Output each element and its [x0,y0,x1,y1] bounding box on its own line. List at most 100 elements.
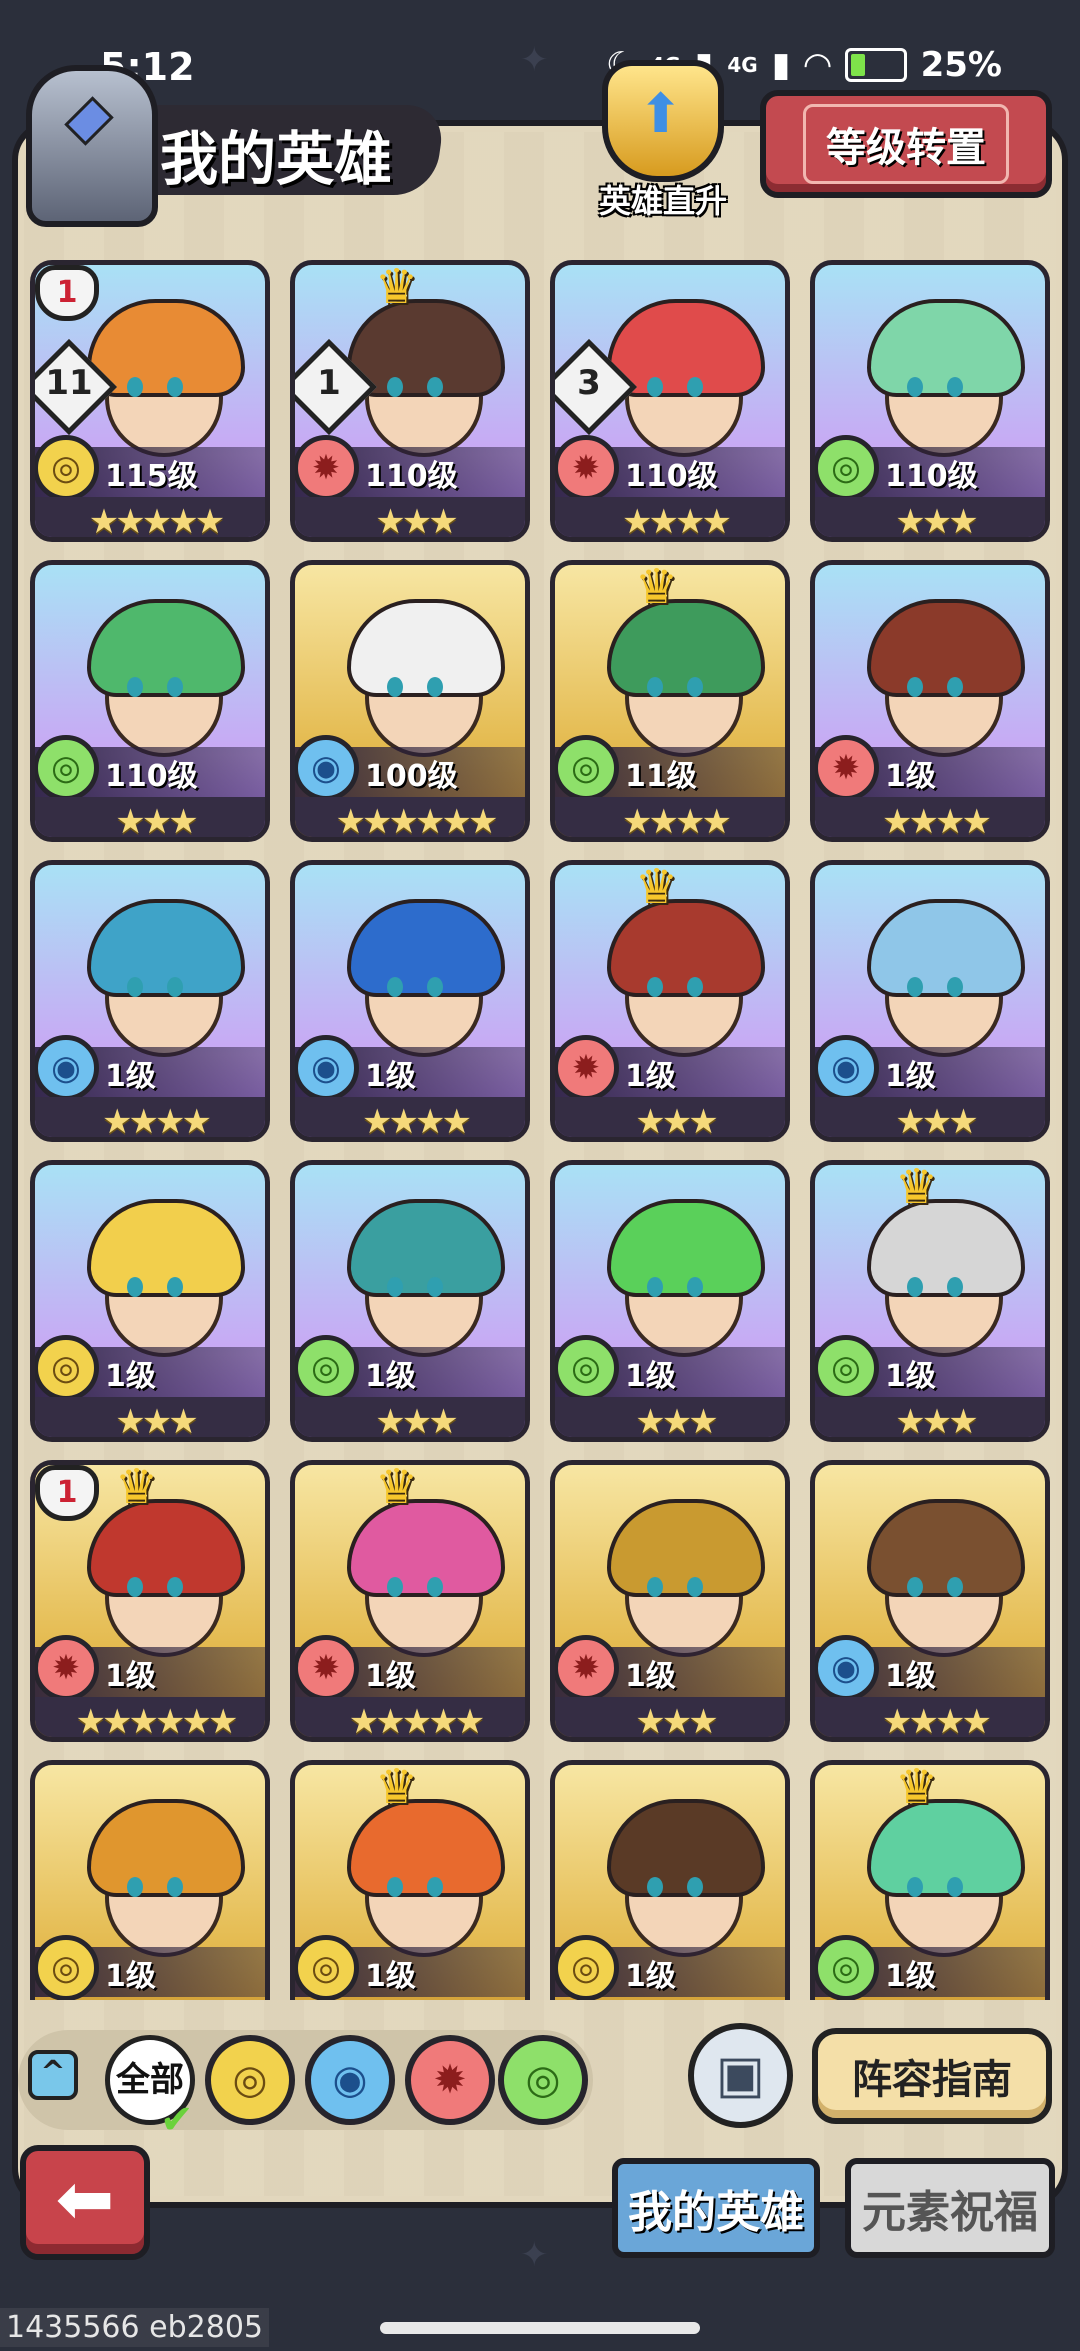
hero-card[interactable]: 11级 ◎ ★★★★ ♛ [550,560,790,842]
hero-up-arrow-icon: ⬆ [602,60,724,182]
hero-card[interactable]: 1级 ◎ ★★★ ♛ [810,1160,1050,1442]
hero-card[interactable]: 1级 ◎ ♛ [290,1760,530,2000]
star-icons: ★★★ [635,1702,718,1742]
hero-card[interactable]: 1级 ◎ ★★★ [550,1160,790,1442]
hero-eye [647,977,663,997]
star-icons: ★★★★ [622,502,732,542]
star-rating: ★★★★★★ [295,797,525,837]
earth-element-icon: ◎ [295,1935,359,2000]
hero-direct-up-label: 英雄直升 [598,182,727,220]
star-rating: ★★★★ [295,1097,525,1137]
hero-eye [687,1277,703,1297]
hero-card[interactable]: 1级 ◎ ★★★ [290,1160,530,1442]
collapse-chevron-button[interactable]: ^ [28,2050,78,2100]
hero-eye [427,1277,443,1297]
hero-card[interactable]: 110级 ✹ ★★★ ♛ 1 [290,260,530,542]
star-icons: ★★★★★ [348,1702,485,1742]
hero-level: 1级 [365,1959,416,1994]
back-arrow-icon: ⬅ [55,2158,115,2240]
fire-element-icon: ✹ [555,1635,619,1701]
hero-eye [427,1577,443,1597]
back-button[interactable]: ⬅ [20,2145,150,2260]
star-icons: ★★★ [635,1402,718,1442]
hero-hair [87,1799,245,1897]
hero-hair [867,299,1025,397]
star-icons: ★★★ [375,502,458,542]
hero-eye [907,977,923,997]
lineup-guide-button[interactable]: 阵容指南 [812,2028,1052,2124]
save-lineup-button[interactable]: ▣ [688,2023,793,2128]
page-title: 我的英雄 [160,125,393,193]
hero-eye [947,1877,963,1897]
hero-card[interactable]: 1级 ◉ ★★★★ [290,860,530,1142]
hero-direct-up-button[interactable]: ⬆ 英雄直升 [588,60,738,220]
hero-card[interactable]: 1级 ◎ ★★★ [30,1160,270,1442]
hero-eye [427,1877,443,1897]
hero-eye [167,377,183,397]
crown-icon: ♛ [115,1460,159,1515]
hero-eye [167,677,183,697]
tab-element-blessing[interactable]: 元素祝福 [845,2158,1055,2258]
filter-fire-button[interactable]: ✹ [405,2035,495,2125]
hero-card[interactable]: 115级 ◎ ★★★★★ 11 1 [30,260,270,542]
hero-level: 1级 [885,759,936,794]
star-rating: ★★★ [815,1397,1045,1437]
hero-eye [907,1877,923,1897]
hero-card[interactable]: 1级 ✹ ★★★ [550,1460,790,1742]
hero-level: 1级 [105,1959,156,1994]
hero-eye [127,377,143,397]
star-icons: ★★★★ [882,802,992,842]
hero-card[interactable]: 1级 ✹ ★★★ ♛ [550,860,790,1142]
filter-wind-button[interactable]: ◎ [498,2035,588,2125]
hero-eye [647,677,663,697]
star-rating: ★★★ [815,497,1045,537]
hero-eye [167,1277,183,1297]
hero-card[interactable]: 110级 ◎ ★★★ [810,260,1050,542]
filter-water-button[interactable]: ◉ [305,2035,395,2125]
hero-eye [907,1277,923,1297]
hero-eye [387,1277,403,1297]
hero-card[interactable]: 1级 ◎ ♛ [810,1760,1050,2000]
hero-card[interactable]: 1级 ◉ ★★★★ [30,860,270,1142]
hero-card[interactable]: 1级 ◉ ★★★ [810,860,1050,1142]
crown-icon: ♛ [375,1460,419,1515]
earth-element-icon: ◎ [35,1335,99,1401]
hero-eye [167,977,183,997]
hero-level: 1级 [885,1359,936,1394]
home-indicator[interactable] [380,2322,700,2334]
floppy-disk-icon: ▣ [715,2045,766,2105]
hero-card[interactable]: 1级 ◎ [550,1760,790,2000]
hero-card[interactable]: 1级 ✹ ★★★★★★ ♛ 1 [30,1460,270,1742]
helmet-icon [26,65,158,227]
hero-level: 1级 [105,1659,156,1694]
hero-eye [687,977,703,997]
hero-card[interactable]: 110级 ◎ ★★★ [30,560,270,842]
fire-element-icon: ✹ [35,1635,99,1701]
hero-hair [87,899,245,997]
filter-all-button[interactable]: 全部 ✔ [105,2035,195,2143]
hero-hair [87,599,245,697]
hero-eye [947,377,963,397]
fire-element-icon: ✹ [295,1635,359,1701]
hero-card[interactable]: 1级 ◉ ★★★★ [810,1460,1050,1742]
hero-card[interactable]: 110级 ✹ ★★★★ 3 [550,260,790,542]
star-rating: ★★★★ [35,1097,265,1137]
hero-eye [907,1577,923,1597]
hero-card[interactable]: 1级 ◎ [30,1760,270,2000]
hero-level: 110级 [885,459,978,494]
wind-element-icon: ◎ [295,1335,359,1401]
hero-eye [387,977,403,997]
hero-card[interactable]: 1级 ✹ ★★★★★ ♛ [290,1460,530,1742]
hero-hair [867,899,1025,997]
hero-hair [867,1799,1025,1897]
hero-eye [947,1277,963,1297]
filter-earth-button[interactable]: ◎ [205,2035,295,2125]
level-reset-button[interactable]: 等级转置 [760,90,1052,198]
star-rating: ★★★★ [555,497,785,542]
hero-card[interactable]: 100级 ◉ ★★★★★★ [290,560,530,842]
hero-card[interactable]: 1级 ✹ ★★★★ [810,560,1050,842]
hero-hair [347,1799,505,1897]
tab-my-heroes[interactable]: 我的英雄 [612,2158,820,2258]
hero-eye [427,677,443,697]
crown-icon: ♛ [895,1160,939,1215]
